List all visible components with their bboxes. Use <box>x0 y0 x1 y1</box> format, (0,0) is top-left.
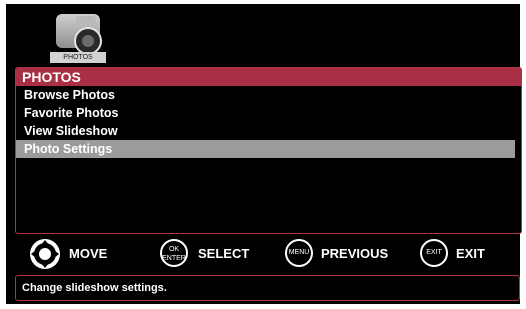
tv-screen: PHOTOS PHOTOS Browse Photos Favorite Pho… <box>6 4 522 304</box>
photos-tile-label: PHOTOS <box>50 52 106 63</box>
menu-item-favorite-photos[interactable]: Favorite Photos <box>16 104 521 122</box>
exit-label: EXIT <box>456 246 485 261</box>
previous-label: PREVIOUS <box>321 246 389 261</box>
select-label: SELECT <box>198 246 250 261</box>
dpad-icon <box>30 239 60 269</box>
menu-item-photo-settings[interactable]: Photo Settings <box>16 140 515 158</box>
photos-app-tile[interactable]: PHOTOS <box>48 8 108 63</box>
ok-text: OK <box>168 246 180 253</box>
menu-item-browse-photos[interactable]: Browse Photos <box>16 86 521 104</box>
ok-enter-button-icon: OK ENTER <box>160 239 188 267</box>
photos-menu: PHOTOS Browse Photos Favorite Photos Vie… <box>15 67 522 234</box>
status-text: Change slideshow settings. <box>22 282 167 294</box>
menu-item-view-slideshow[interactable]: View Slideshow <box>16 122 521 140</box>
move-label: MOVE <box>69 246 108 261</box>
camera-lens-center <box>82 35 94 47</box>
status-bar: Change slideshow settings. <box>15 275 520 301</box>
camera-icon <box>56 14 102 55</box>
control-hints: MOVE OK ENTER SELECT MENU PREVIOUS EXIT … <box>15 237 520 271</box>
enter-text: ENTER <box>162 255 186 262</box>
menu-title: PHOTOS <box>16 68 521 86</box>
previous-hint: MENU PREVIOUS <box>285 237 415 271</box>
menu-button-icon: MENU <box>285 239 313 267</box>
exit-button-icon: EXIT <box>420 239 448 267</box>
exit-hint: EXIT EXIT <box>420 237 520 271</box>
camera-lens <box>74 27 102 55</box>
select-hint: OK ENTER SELECT <box>160 237 260 271</box>
move-hint: MOVE <box>29 237 119 271</box>
camera-top <box>76 16 96 24</box>
